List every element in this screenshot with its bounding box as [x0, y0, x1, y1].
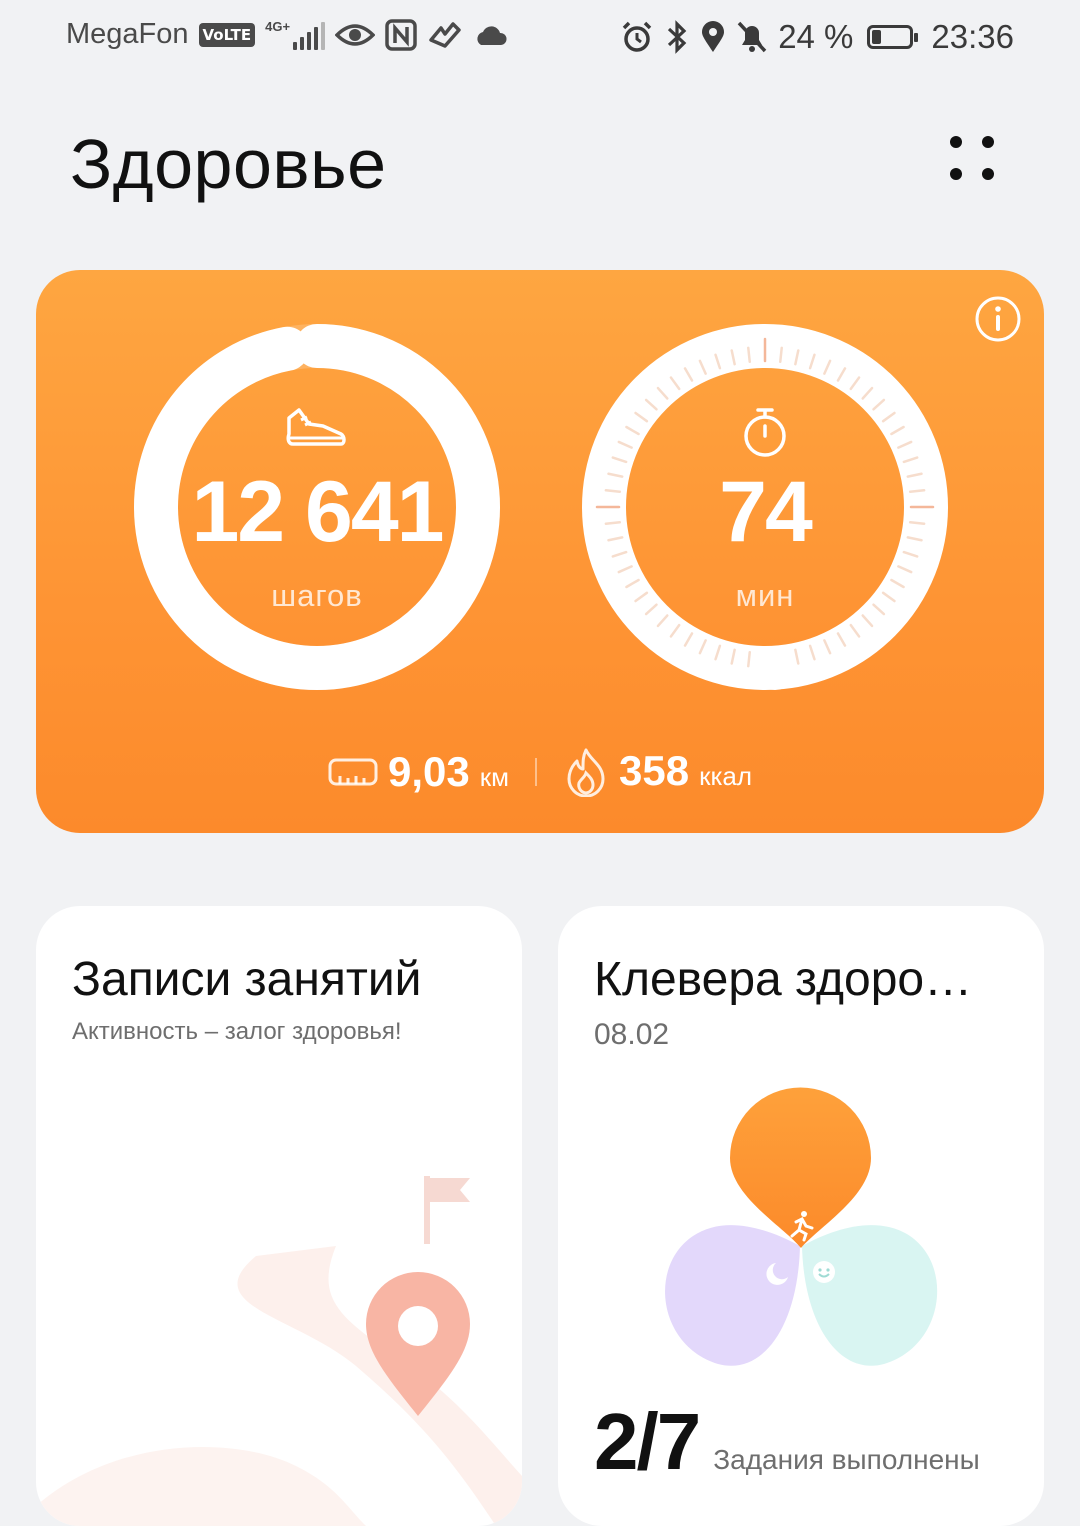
status-bar: MegaFon VoLTE 4G+ 24 % 23:36	[0, 0, 1080, 80]
alarm-icon	[622, 21, 652, 52]
tasks-label: Задания выполнены	[713, 1444, 980, 1475]
distance-value: 9,03	[387, 748, 470, 795]
clock: 23:36	[931, 18, 1014, 55]
ruler-icon	[328, 758, 378, 786]
network-type-label: 4G+	[265, 18, 291, 34]
cloud-icon	[477, 25, 507, 45]
steps-unit: шагов	[271, 578, 363, 613]
location-icon	[702, 21, 725, 52]
health-clover-date: 08.02	[594, 1018, 670, 1051]
clover-chart	[665, 1087, 938, 1366]
nfc-icon	[385, 18, 417, 51]
volte-badge: VoLTE	[198, 22, 256, 47]
health-clover-title: Клевера здоро…	[594, 953, 973, 1006]
cellular-signal-icon: 4G+	[265, 18, 326, 50]
steps-ring[interactable]: 12 641 шагов	[132, 322, 502, 692]
active-minutes-ring[interactable]: 74 мин	[580, 322, 950, 692]
minutes-unit: мин	[735, 578, 795, 613]
clover-tasks: 2/7 Задания выполнены	[594, 1396, 980, 1488]
distance-unit: км	[479, 762, 509, 792]
steps-value: 12 641	[191, 464, 444, 560]
distance-stat: 9,03 км	[328, 748, 509, 796]
calories-unit: ккал	[699, 761, 753, 791]
health-clover-card[interactable]: Клевера здоро… 08.02 2/7 Задания выполне…	[558, 906, 1044, 1526]
stopwatch-icon	[744, 408, 786, 457]
minutes-value: 74	[719, 464, 813, 560]
more-menu-button[interactable]	[944, 130, 1004, 190]
info-icon[interactable]	[974, 295, 1022, 343]
flame-icon	[567, 748, 605, 797]
smile-icon	[813, 1261, 835, 1283]
minutes-center: 74 мин	[580, 322, 950, 692]
bluetooth-icon	[668, 20, 687, 54]
mood-petal	[802, 1225, 938, 1366]
activity-summary-card[interactable]: 12 641 шагов 74 мин 9,03 км 358 ккал	[36, 270, 1044, 833]
eye-icon	[335, 23, 376, 46]
carrier-name: MegaFon	[66, 18, 189, 50]
sleep-petal	[665, 1225, 800, 1366]
steps-center: 12 641 шагов	[132, 322, 502, 692]
status-left: MegaFon VoLTE 4G+	[66, 18, 507, 51]
route-illustration	[36, 1176, 522, 1526]
workout-records-subtitle: Активность – залог здоровья!	[72, 1018, 402, 1045]
battery-percent: 24 %	[778, 18, 854, 55]
calories-value: 358	[618, 747, 690, 794]
status-right: 24 % 23:36	[620, 18, 1014, 56]
workout-records-title: Записи занятий	[72, 953, 422, 1006]
workout-records-card[interactable]: Записи занятий Активность – залог здоров…	[36, 906, 522, 1526]
page-title: Здоровье	[70, 125, 387, 203]
battery-icon	[867, 25, 919, 49]
mute-bell-icon	[737, 21, 767, 53]
calories-stat: 358 ккал	[563, 747, 752, 797]
stats-divider	[534, 758, 537, 786]
tasks-count: 2/7	[594, 1397, 701, 1486]
health-app-icon	[429, 21, 461, 48]
activity-stats-row: 9,03 км 358 ккал	[36, 740, 1044, 804]
sneaker-icon	[286, 408, 346, 446]
